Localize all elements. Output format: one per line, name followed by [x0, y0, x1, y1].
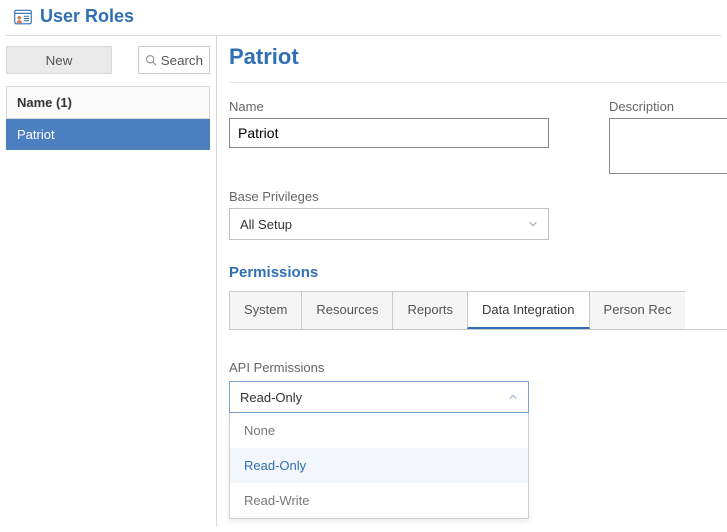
- sidebar: New Search Name (1) Patriot: [0, 36, 217, 527]
- search-button[interactable]: Search: [138, 46, 210, 74]
- base-privileges-value: All Setup: [240, 217, 292, 232]
- name-field[interactable]: [229, 118, 549, 148]
- permissions-heading: Permissions: [229, 264, 727, 281]
- search-label: Search: [161, 53, 203, 68]
- chevron-up-icon: [508, 392, 518, 402]
- user-roles-icon: [14, 8, 32, 26]
- description-field[interactable]: [609, 118, 727, 174]
- name-label: Name: [229, 99, 569, 114]
- api-option-none[interactable]: None: [230, 413, 528, 448]
- page-title: User Roles: [40, 6, 134, 27]
- detail-panel: Patriot Name Description Base Privileges…: [217, 36, 727, 527]
- tab-data-integration[interactable]: Data Integration: [467, 291, 590, 329]
- chevron-down-icon: [528, 219, 538, 229]
- new-button[interactable]: New: [6, 46, 112, 74]
- tab-system[interactable]: System: [229, 291, 302, 329]
- description-label: Description: [609, 99, 727, 114]
- api-option-read-only[interactable]: Read-Only: [230, 448, 528, 483]
- api-permissions-select[interactable]: Read-Only: [229, 381, 529, 413]
- api-permissions-dropdown: None Read-Only Read-Write: [229, 413, 529, 519]
- base-privileges-select[interactable]: All Setup: [229, 208, 549, 240]
- api-permissions-value: Read-Only: [240, 390, 302, 405]
- permissions-tabs: System Resources Reports Data Integratio…: [229, 291, 727, 330]
- detail-title: Patriot: [229, 44, 727, 83]
- tab-person-rec[interactable]: Person Rec: [589, 291, 686, 329]
- tab-resources[interactable]: Resources: [301, 291, 393, 329]
- page-header: User Roles: [6, 0, 721, 36]
- search-icon: [145, 54, 157, 66]
- api-option-read-write[interactable]: Read-Write: [230, 483, 528, 518]
- base-privileges-label: Base Privileges: [229, 189, 727, 204]
- api-permissions-label: API Permissions: [229, 360, 727, 375]
- tab-reports[interactable]: Reports: [392, 291, 468, 329]
- list-header[interactable]: Name (1): [6, 86, 210, 119]
- sidebar-item-patriot[interactable]: Patriot: [6, 119, 210, 150]
